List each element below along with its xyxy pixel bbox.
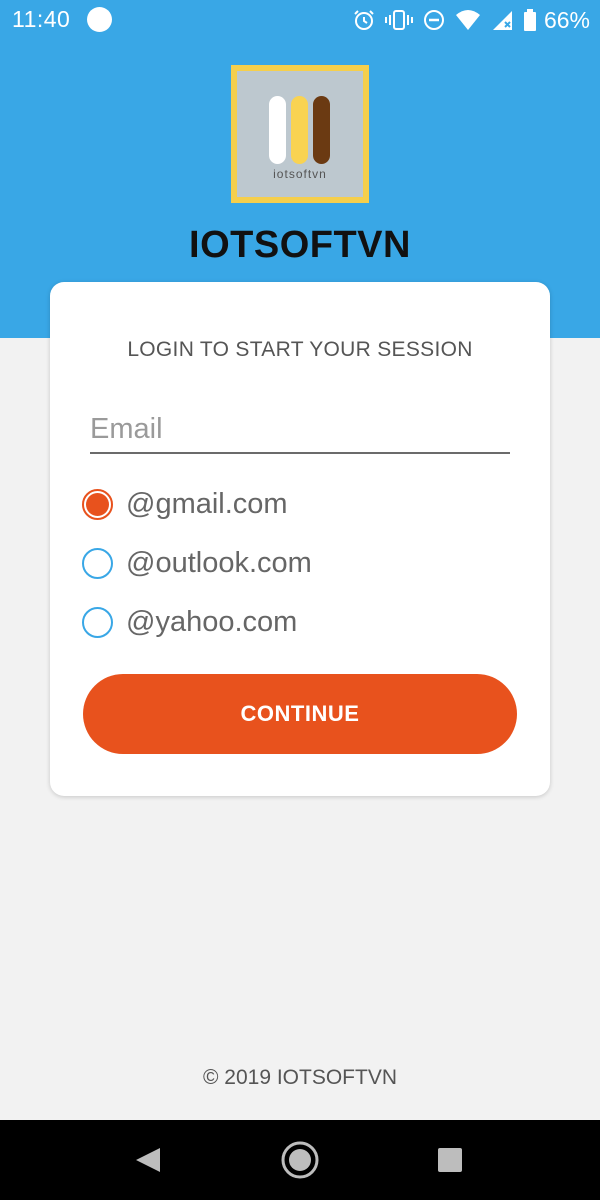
app-logo: iotsoftvn (231, 65, 369, 203)
cell-signal-icon (492, 11, 512, 30)
app-title: IOTSOFTVN (189, 224, 411, 266)
domain-label: @outlook.com (126, 546, 312, 579)
copyright-text: © 2019 IOTSOFTVN (202, 1066, 398, 1089)
back-icon[interactable] (134, 1146, 162, 1174)
home-icon[interactable] (280, 1140, 320, 1180)
domain-label: @gmail.com (126, 487, 288, 520)
domain-option-yahoo[interactable]: @yahoo.com (82, 600, 297, 644)
continue-button[interactable]: CONTINUE (83, 674, 517, 754)
logo-bar-brown (313, 96, 330, 164)
status-time: 11:40 (12, 6, 71, 32)
logo-bar-yellow (291, 96, 308, 164)
recents-icon[interactable] (437, 1147, 463, 1173)
do-not-disturb-icon (423, 10, 444, 30)
radio-unselected-icon[interactable] (82, 606, 113, 638)
vibrate-icon (384, 10, 413, 30)
logo-bar-white (269, 96, 286, 164)
battery-icon (523, 9, 536, 31)
radio-unselected-icon[interactable] (82, 547, 113, 579)
domain-label: @yahoo.com (126, 605, 298, 638)
domain-option-outlook[interactable]: @outlook.com (82, 541, 312, 585)
domain-option-gmail[interactable]: @gmail.com (82, 482, 288, 526)
battery-percentage: 66% (543, 6, 590, 33)
alarm-icon (354, 10, 374, 30)
logo-text: iotsoftvn (273, 167, 327, 181)
login-card: LOGIN TO START YOUR SESSION @gmail.com @… (50, 282, 550, 796)
status-bar: 11:40 66% (0, 0, 600, 40)
wifi-icon (455, 10, 480, 30)
login-title: LOGIN TO START YOUR SESSION (127, 338, 473, 361)
status-icons: 66% (343, 6, 590, 34)
notification-dot-icon (87, 7, 112, 32)
radio-selected-icon[interactable] (82, 488, 113, 520)
navigation-bar (0, 1120, 600, 1200)
email-field[interactable] (90, 406, 510, 454)
